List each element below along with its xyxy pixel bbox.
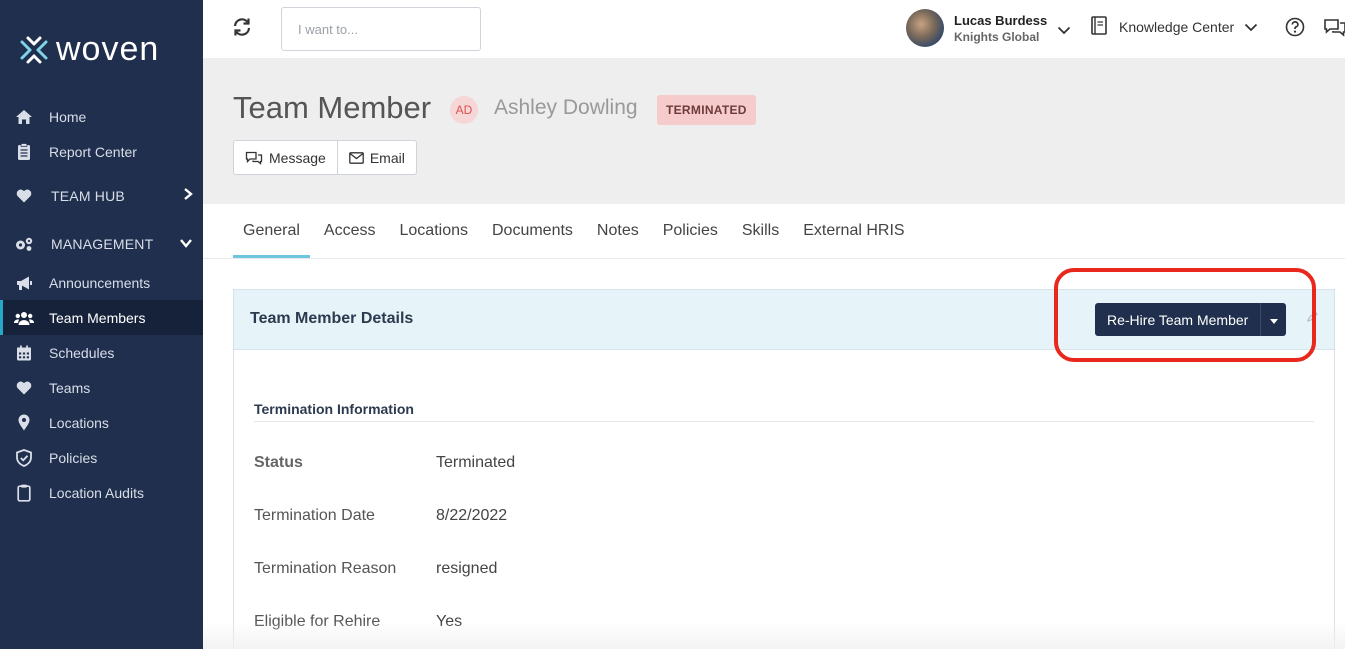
user-menu[interactable]: Lucas Burdess Knights Global — [906, 9, 1071, 47]
help-icon[interactable] — [1285, 17, 1305, 42]
user-name: Lucas Burdess — [954, 12, 1048, 28]
sidebar-item-home[interactable]: Home — [0, 99, 203, 134]
detail-label: Eligible for Rehire — [254, 613, 381, 630]
panel-title: Team Member Details — [250, 310, 414, 327]
detail-row-status: Status Terminated — [254, 454, 515, 472]
knowledge-center-menu[interactable]: Knowledge Center — [1091, 16, 1258, 38]
tab-divider — [203, 258, 1345, 259]
contact-button-group: Message Email — [233, 140, 417, 175]
pencil-icon[interactable] — [1306, 309, 1318, 328]
shield-icon — [14, 448, 34, 468]
detail-value: Yes — [436, 613, 463, 630]
sidebar-item-report-center[interactable]: Report Center — [0, 134, 203, 169]
woven-logo-icon — [20, 36, 48, 63]
user-info: Lucas Burdess Knights Global — [954, 12, 1047, 45]
home-icon — [14, 107, 34, 127]
detail-value: 8/22/2022 — [436, 507, 508, 524]
tab-policies[interactable]: Policies — [653, 204, 728, 258]
knowledge-center-label: Knowledge Center — [1119, 19, 1235, 35]
map-pin-icon — [14, 413, 34, 433]
tab-documents[interactable]: Documents — [482, 204, 583, 258]
tab-access[interactable]: Access — [314, 204, 386, 258]
message-label: Message — [269, 149, 326, 166]
sidebar-item-label: Home — [49, 108, 87, 125]
sidebar-section-management[interactable]: MANAGEMENT — [0, 226, 203, 261]
team-member-details-panel: Team Member Details Re-Hire Team Member … — [233, 289, 1335, 649]
sidebar-item-locations[interactable]: Locations — [0, 405, 203, 440]
detail-label: Status — [254, 454, 303, 471]
user-org: Knights Global — [954, 29, 1040, 44]
sidebar: woven Home Report Center TEAM HUB MANAGE… — [0, 0, 203, 649]
clipboard-icon — [14, 483, 34, 503]
brand-logo[interactable]: woven — [18, 30, 159, 69]
sidebar-item-label: Announcements — [49, 274, 151, 291]
sidebar-item-label: Team Members — [49, 309, 146, 326]
sidebar-item-label: Location Audits — [49, 484, 144, 501]
message-button[interactable]: Message — [233, 140, 338, 175]
tab-notes[interactable]: Notes — [587, 204, 649, 258]
detail-value: resigned — [436, 560, 498, 577]
avatar — [906, 9, 944, 47]
initials-badge: AD — [450, 96, 478, 124]
rehire-button-group: Re-Hire Team Member — [1095, 303, 1287, 336]
chevron-down-icon — [1057, 22, 1071, 40]
rehire-dropdown-toggle[interactable] — [1260, 303, 1287, 336]
heart-icon — [14, 186, 34, 206]
heart-icon — [14, 378, 34, 398]
detail-row-termination-reason: Termination Reason resigned — [254, 560, 497, 578]
sidebar-item-label: Report Center — [49, 143, 137, 160]
member-name: Ashley Dowling — [494, 96, 638, 119]
sidebar-item-teams[interactable]: Teams — [0, 370, 203, 405]
tab-general[interactable]: General — [233, 204, 310, 258]
top-bar: Lucas Burdess Knights Global Knowledge C… — [203, 0, 1345, 58]
sidebar-item-location-audits[interactable]: Location Audits — [0, 475, 203, 510]
sidebar-section-team-hub[interactable]: TEAM HUB — [0, 178, 203, 213]
chevron-down-icon — [1244, 19, 1258, 35]
gears-icon — [14, 234, 34, 254]
status-badge: TERMINATED — [657, 95, 756, 125]
panel-header: Team Member Details Re-Hire Team Member — [234, 290, 1334, 350]
sidebar-item-schedules[interactable]: Schedules — [0, 335, 203, 370]
sidebar-item-policies[interactable]: Policies — [0, 440, 203, 475]
detail-value: Terminated — [436, 454, 516, 471]
detail-row-eligible-for-rehire: Eligible for Rehire Yes — [254, 613, 462, 631]
detail-label: Termination Date — [254, 507, 375, 524]
detail-row-termination-date: Termination Date 8/22/2022 — [254, 507, 507, 525]
chat-icon — [245, 151, 263, 165]
tab-external-hris[interactable]: External HRIS — [793, 204, 914, 258]
sidebar-item-label: Teams — [49, 379, 91, 396]
email-label: Email — [369, 149, 405, 166]
section-title: Termination Information — [254, 401, 414, 417]
chevron-right-icon — [183, 187, 193, 204]
sidebar-item-label: Locations — [49, 414, 109, 431]
book-icon — [1091, 16, 1107, 38]
chevron-down-icon — [179, 235, 193, 251]
clipboard-icon — [14, 142, 34, 162]
sidebar-item-label: Policies — [49, 449, 98, 466]
tab-bar: General Access Locations Documents Notes… — [233, 204, 919, 258]
envelope-icon — [348, 151, 364, 164]
search-input[interactable] — [281, 7, 481, 51]
chat-icon[interactable] — [1323, 17, 1345, 42]
users-icon — [14, 308, 34, 328]
caret-down-icon — [1269, 311, 1278, 329]
sidebar-section-label: TEAM HUB — [51, 187, 125, 204]
email-button[interactable]: Email — [337, 140, 417, 175]
sidebar-item-label: Schedules — [49, 344, 115, 361]
tab-skills[interactable]: Skills — [732, 204, 789, 258]
member-header: Team Member AD Ashley Dowling TERMINATED… — [203, 58, 1345, 204]
brand-name: woven — [56, 30, 160, 68]
tab-locations[interactable]: Locations — [390, 204, 479, 258]
calendar-icon — [14, 343, 34, 363]
refresh-icon[interactable] — [231, 16, 253, 38]
rehire-team-member-button[interactable]: Re-Hire Team Member — [1095, 303, 1261, 336]
sidebar-item-announcements[interactable]: Announcements — [0, 265, 203, 300]
sidebar-item-team-members[interactable]: Team Members — [0, 300, 203, 335]
sidebar-section-label: MANAGEMENT — [51, 235, 154, 252]
megaphone-icon — [14, 273, 34, 293]
section-divider — [254, 421, 1314, 422]
detail-label: Termination Reason — [254, 560, 397, 577]
page-title: Team Member — [233, 90, 432, 125]
